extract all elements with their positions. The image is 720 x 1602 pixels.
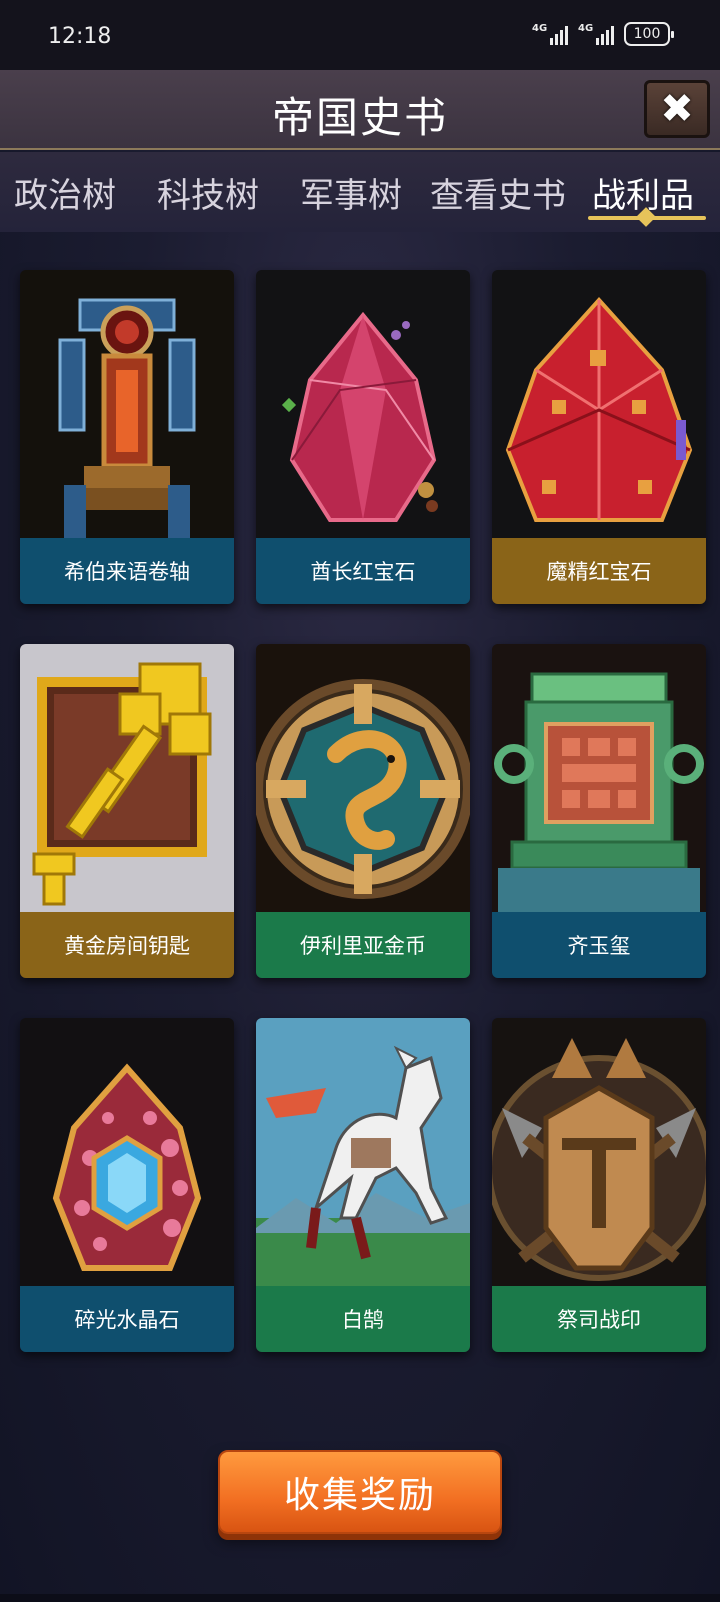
close-icon: ✖ [660,86,694,132]
item-name: 碎光水晶石 [20,1286,234,1352]
item-name: 酋长红宝石 [256,538,470,604]
item-name: 伊利里亚金币 [256,912,470,978]
coin-icon [256,644,470,914]
war-seal-icon [492,1018,706,1288]
ruby-icon [256,270,470,540]
item-name: 希伯来语卷轴 [20,538,234,604]
tab-politics[interactable]: 政治树 [14,168,116,217]
close-button[interactable]: ✖ [644,80,710,138]
item-name: 齐玉玺 [492,912,706,978]
item-card[interactable]: 黄金房间钥匙 [20,644,234,978]
status-time: 12:18 [48,24,112,49]
network-type: 4G [532,23,548,34]
network-type: 4G [578,23,594,34]
tab-military[interactable]: 军事树 [300,168,402,217]
bottom-edge [0,1594,720,1602]
status-bar: 12:18 4G 4G 100 [0,0,720,70]
item-card[interactable]: 希伯来语卷轴 [20,270,234,604]
scroll-icon [20,270,234,540]
signal-icon: 4G [578,23,614,45]
item-card[interactable]: 酋长红宝石 [256,270,470,604]
collect-rewards-button[interactable]: 收集奖励 [218,1450,502,1534]
spoils-grid: 希伯来语卷轴 酋长红宝石 魔精红宝石 黄金房间钥匙 伊利里亚金币 齐玉玺 碎光水… [20,270,716,1360]
signal-icon: 4G [532,23,568,45]
item-card[interactable]: 祭司战印 [492,1018,706,1352]
tab-history-book[interactable]: 查看史书 [430,168,566,217]
item-name: 祭司战印 [492,1286,706,1352]
battery-icon: 100 [624,22,674,46]
crystal-icon [20,1018,234,1288]
item-name: 黄金房间钥匙 [20,912,234,978]
item-name: 魔精红宝石 [492,538,706,604]
item-card[interactable]: 魔精红宝石 [492,270,706,604]
tab-technology[interactable]: 科技树 [157,168,259,217]
tab-bar: 政治树 科技树 军事树 查看史书 战利品 [0,152,720,232]
page-title: 帝国史书 [271,93,448,142]
ruby-icon [492,270,706,540]
status-icons: 4G 4G 100 [532,22,674,46]
item-name: 白鹄 [256,1286,470,1352]
header-bar: 帝国史书 ✖ [0,70,720,150]
item-card[interactable]: 齐玉玺 [492,644,706,978]
item-card[interactable]: 伊利里亚金币 [256,644,470,978]
golden-key-icon [20,644,234,914]
white-horse-icon [256,1018,470,1288]
item-card[interactable]: 白鹄 [256,1018,470,1352]
jade-seal-icon [492,644,706,914]
item-card[interactable]: 碎光水晶石 [20,1018,234,1352]
